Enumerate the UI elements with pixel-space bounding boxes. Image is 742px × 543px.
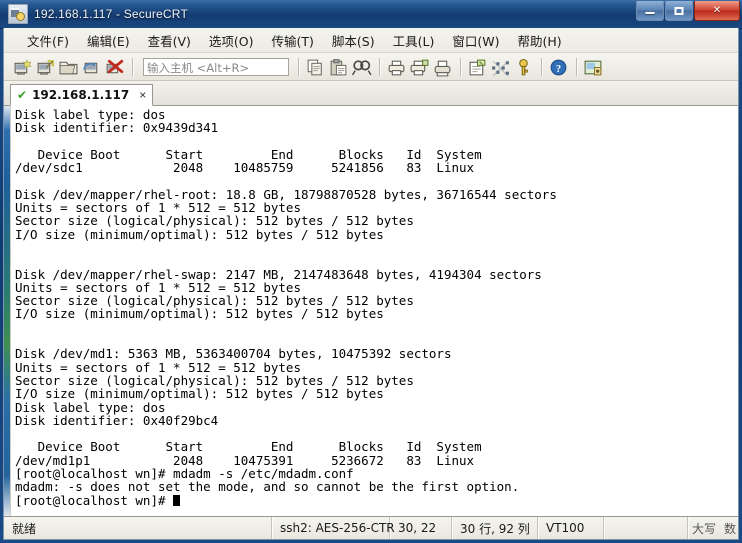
toolbar-separator <box>541 57 543 76</box>
status-bar: 就绪 ssh2: AES-256-CTR 30, 22 30 行, 92 列 V… <box>4 517 738 539</box>
status-cipher: ssh2: AES-256-CTR <box>272 517 395 539</box>
terminal-area: Disk label type: dos Disk identifier: 0x… <box>4 106 738 517</box>
svg-text:?: ? <box>556 64 561 75</box>
terminal-output: Disk label type: dos Disk identifier: 0x… <box>15 107 557 508</box>
connected-check-icon: ✔ <box>17 88 28 102</box>
status-spacer <box>604 517 688 539</box>
print-selection-icon[interactable] <box>409 57 430 77</box>
help-icon[interactable]: ? <box>548 57 569 77</box>
toolbar: 输入主机 <Alt+R> ? <box>4 53 738 81</box>
securecrt-app-icon <box>8 4 28 24</box>
menu-transfer[interactable]: 传输(T) <box>263 28 323 53</box>
status-position: 30, 22 <box>390 517 452 539</box>
window-title: 192.168.1.117 - SecureCRT <box>34 7 188 21</box>
session-options-icon[interactable] <box>583 57 604 77</box>
client-area: 文件(F) 编辑(E) 查看(V) 选项(O) 传输(T) 脚本(S) 工具(L… <box>3 28 739 540</box>
status-size: 30 行, 92 列 <box>452 517 538 539</box>
tab-bar: ✔ 192.168.1.117 × <box>4 81 738 106</box>
securecrt-window: 192.168.1.117 - SecureCRT ✕ 文件(F) 编辑(E) … <box>0 0 742 543</box>
menu-bar: 文件(F) 编辑(E) 查看(V) 选项(O) 传输(T) 脚本(S) 工具(L… <box>4 28 738 53</box>
tab-label: 192.168.1.117 <box>32 88 130 102</box>
copy-icon[interactable] <box>305 57 326 77</box>
log-session-icon[interactable] <box>467 57 488 77</box>
key-icon[interactable] <box>513 57 534 77</box>
tab-192-168-1-117[interactable]: ✔ 192.168.1.117 × <box>10 84 154 106</box>
restore-icon <box>674 6 684 15</box>
status-ready: 就绪 <box>4 517 272 539</box>
menu-help[interactable]: 帮助(H) <box>508 28 570 53</box>
disconnect-icon[interactable] <box>104 57 125 77</box>
find-icon[interactable] <box>351 57 372 77</box>
new-session-icon[interactable] <box>12 57 33 77</box>
menu-file[interactable]: 文件(F) <box>18 28 78 53</box>
title-bar[interactable]: 192.168.1.117 - SecureCRT ✕ <box>0 0 742 29</box>
paste-icon[interactable] <box>328 57 349 77</box>
minimize-button[interactable] <box>636 1 664 21</box>
transfer-settings-icon[interactable] <box>490 57 511 77</box>
status-emulation: VT100 <box>538 517 604 539</box>
menu-script[interactable]: 脚本(S) <box>323 28 384 53</box>
menu-options[interactable]: 选项(O) <box>200 28 263 53</box>
menu-window[interactable]: 窗口(W) <box>443 28 508 53</box>
print-icon[interactable] <box>386 57 407 77</box>
minimize-icon <box>645 8 655 14</box>
clone-session-icon[interactable] <box>35 57 56 77</box>
toolbar-separator <box>298 57 300 76</box>
toolbar-separator <box>379 57 381 76</box>
menu-edit[interactable]: 编辑(E) <box>78 28 139 53</box>
status-caps-lock: 大写 <box>691 521 716 536</box>
open-session-folder-icon[interactable] <box>58 57 79 77</box>
close-icon: ✕ <box>712 4 722 16</box>
menu-tools[interactable]: 工具(L) <box>384 28 444 53</box>
printer-icon[interactable] <box>432 57 453 77</box>
close-button[interactable]: ✕ <box>694 1 740 21</box>
restore-button[interactable] <box>665 1 693 21</box>
terminal-screen[interactable]: Disk label type: dos Disk identifier: 0x… <box>11 106 738 516</box>
host-input[interactable]: 输入主机 <Alt+R> <box>143 57 289 76</box>
terminal-left-strip <box>4 106 11 516</box>
status-num-lock: 数 <box>723 521 736 536</box>
toolbar-separator <box>132 57 134 76</box>
toolbar-separator <box>460 57 462 76</box>
menu-view[interactable]: 查看(V) <box>139 28 200 53</box>
terminal-cursor <box>173 494 181 506</box>
tab-close-icon[interactable]: × <box>139 89 146 101</box>
toolbar-separator <box>576 57 578 76</box>
reconnect-icon[interactable] <box>81 57 102 77</box>
window-controls: ✕ <box>636 1 740 21</box>
